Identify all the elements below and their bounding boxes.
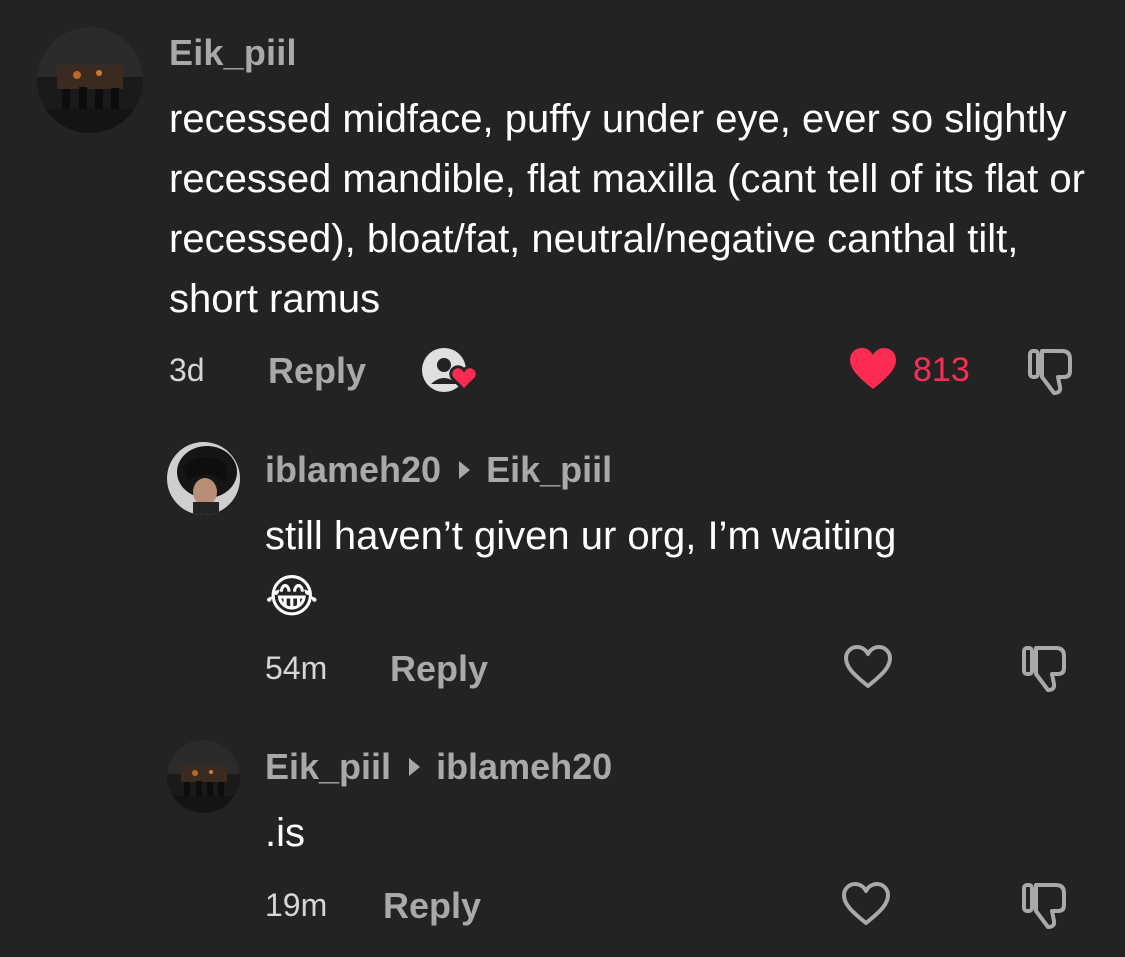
avatar[interactable] <box>167 442 240 515</box>
comments-page: Eik_piil recessed midface, puffy under e… <box>0 0 1125 957</box>
reply-header: iblameh20 Eik_piil <box>265 449 612 491</box>
reply-button[interactable]: Reply <box>390 648 488 690</box>
heart-outline-icon[interactable] <box>842 644 894 690</box>
comment-text: .is <box>265 811 305 855</box>
comment-text: recessed midface, puffy under eye, ever … <box>169 97 1085 321</box>
avatar[interactable] <box>167 740 240 813</box>
avatar[interactable] <box>37 27 143 133</box>
comment-timestamp: 19m <box>265 887 328 923</box>
thumbs-down-icon[interactable] <box>1020 879 1072 931</box>
replied-to-username[interactable]: Eik_piil <box>486 449 612 491</box>
comment-username[interactable]: Eik_piil <box>169 32 297 74</box>
creator-liked-heart-icon <box>420 346 482 394</box>
comment-username[interactable]: Eik_piil <box>265 746 391 788</box>
thumbs-down-icon[interactable] <box>1026 345 1078 397</box>
laughing-emoji: 😂 <box>265 569 319 623</box>
heart-outline-icon[interactable] <box>840 881 892 927</box>
reply-arrow-icon <box>459 461 471 479</box>
like-count: 813 <box>913 351 970 389</box>
reply-button[interactable]: Reply <box>383 885 481 927</box>
thumbs-down-icon[interactable] <box>1020 642 1072 694</box>
replied-to-username[interactable]: iblameh20 <box>436 746 612 788</box>
heart-filled-icon[interactable] <box>848 347 898 391</box>
reply-arrow-icon <box>409 758 421 776</box>
comment-timestamp: 54m <box>265 650 328 686</box>
comment-username[interactable]: iblameh20 <box>265 449 441 491</box>
comment-timestamp: 3d <box>169 352 205 388</box>
reply-button[interactable]: Reply <box>268 350 366 392</box>
reply-header: Eik_piil iblameh20 <box>265 746 612 788</box>
comment-text: still haven’t given ur org, I’m waiting <box>265 514 897 558</box>
